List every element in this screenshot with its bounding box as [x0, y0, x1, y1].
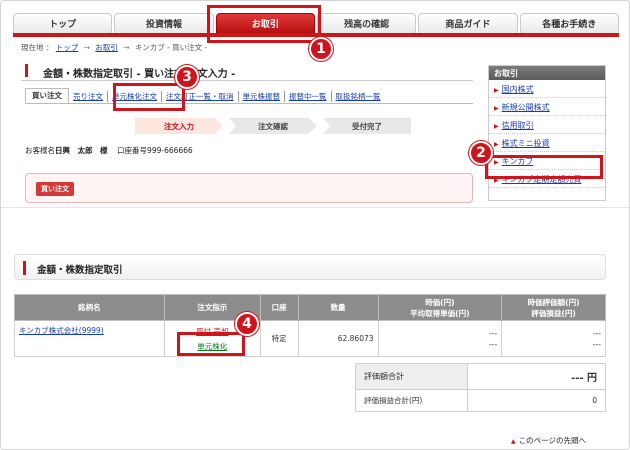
cell-quantity: 62.86073: [297, 320, 379, 357]
buy-order-label: 買い注文: [36, 182, 74, 196]
customer-name: 日興 太郎 様: [55, 146, 108, 155]
cell-price: --- ---: [377, 320, 503, 357]
header-account: 口座: [259, 294, 299, 321]
table-header-row: 銘柄名 注文指示 口座 数量 時価(円) 平均取得単価(円) 時価評価額(円) 評価…: [14, 294, 606, 321]
header-price: 時価(円) 平均取得単価(円): [377, 294, 503, 321]
step-order-input: 注文入力: [135, 118, 223, 134]
tab-investment-info[interactable]: 投資情報: [114, 13, 214, 33]
buy-order-box: 買い注文: [25, 173, 473, 203]
holdings-table: 銘柄名 注文指示 口座 数量 時価(円) 平均取得単価(円) 時価評価額(円) 評価…: [14, 294, 606, 357]
cell-value: --- ---: [501, 320, 606, 357]
pnl-value: ---: [592, 339, 601, 349]
subtab-unit-transfer[interactable]: 単元株振替: [237, 90, 285, 102]
highlight-unit-conversion-link: [177, 332, 245, 356]
summary-total-value: --- 円: [467, 363, 606, 390]
header-value-line2: 評価損益(円): [531, 308, 576, 318]
customer-info: お客様名日興 太郎 様 口座番号999-666666: [25, 145, 193, 156]
order-steps: 注文入力 注文確認 受付完了: [135, 118, 417, 134]
summary-pnl-row: 評価損益合計(円) 0: [355, 389, 606, 412]
page-top-link[interactable]: ▲ このページの先頭へ: [511, 435, 586, 446]
side-item-ipo[interactable]: ▶ 新規公開株式: [489, 98, 605, 116]
header-value: 時価評価額(円) 評価損益(円): [501, 294, 606, 321]
triangle-right-icon: ▶: [494, 87, 499, 94]
side-item-label[interactable]: 新規公開株式: [502, 103, 550, 112]
callout-4: 4: [235, 312, 259, 336]
price-value: ---: [489, 328, 498, 338]
side-item-label[interactable]: 株式ミニ投資: [502, 139, 550, 148]
header-price-line2: 平均取得単価(円): [410, 308, 470, 318]
subtab-buy-order[interactable]: 買い注文: [25, 88, 69, 104]
breadcrumb-prefix: 現在地 ：: [21, 43, 54, 52]
triangle-right-icon: ▶: [494, 123, 499, 130]
page-top-label[interactable]: このページの先頭へ: [519, 436, 586, 445]
callout-1: 1: [309, 37, 333, 61]
breadcrumb-current: キンカブ - 買い注文 -: [134, 43, 208, 52]
order-subtabs: 買い注文 売り注文 単元株化注文 注文訂正一覧・取消 単元株振替 振替中一覧 取…: [25, 88, 385, 104]
callout-2: 2: [469, 141, 493, 165]
cell-account: 特定: [259, 320, 299, 357]
order-entry-panel: トップ 投資情報 お取引 残高の確認 商品ガイド 各種お手続き 現在地 ： トッ…: [1, 1, 629, 203]
side-menu-title: お取引: [489, 66, 605, 80]
highlight-trading-tab: [207, 5, 321, 43]
holdings-panel: 金額・株数指定取引 銘柄名 注文指示 口座 数量 時価(円) 平均取得単価(円) …: [1, 207, 629, 449]
subtab-transfer-list[interactable]: 振替中一覧: [284, 90, 331, 102]
title-accent-bar: [25, 64, 28, 77]
avg-price-value: ---: [489, 339, 498, 349]
triangle-right-icon: ▶: [494, 105, 499, 112]
market-value: ---: [592, 328, 601, 338]
header-quantity: 数量: [297, 294, 379, 321]
breadcrumb-arrow-icon: →: [83, 43, 90, 52]
subtab-handled-stocks[interactable]: 取扱銘柄一覧: [330, 90, 385, 102]
section-title: 金額・株数指定取引: [37, 265, 123, 276]
tab-balance[interactable]: 残高の確認: [316, 13, 417, 33]
breadcrumb: 現在地 ： トップ → お取引 → キンカブ - 買い注文 -: [21, 42, 207, 53]
side-item-domestic-stocks[interactable]: ▶ 国内株式: [489, 80, 605, 98]
side-item-margin[interactable]: ▶ 信用取引: [489, 116, 605, 134]
section-header: 金額・株数指定取引: [14, 254, 606, 280]
table-row: キンカブ株式会社(9999) 買付 売却 単元株化 特定 62.86073 --…: [14, 320, 606, 357]
breadcrumb-trading-link[interactable]: お取引: [95, 43, 118, 52]
header-value-line1: 時価評価額(円): [527, 297, 580, 307]
breadcrumb-arrow-icon: →: [123, 43, 130, 52]
breadcrumb-top-link[interactable]: トップ: [56, 43, 79, 52]
header-name: 銘柄名: [14, 294, 165, 321]
summary-table: 評価額合計 --- 円 評価損益合計(円) 0: [355, 363, 606, 412]
tab-product-guide[interactable]: 商品ガイド: [418, 13, 518, 33]
side-item-label[interactable]: 国内株式: [502, 85, 534, 94]
summary-pnl-label: 評価損益合計(円): [355, 389, 468, 412]
side-menu: お取引 ▶ 国内株式 ▶ 新規公開株式 ▶ 信用取引 ▶ 株式ミニ投資 ▶ キンカブ ▶ キ…: [488, 65, 606, 201]
summary-pnl-value: 0: [467, 389, 606, 412]
customer-label: お客様名: [25, 146, 55, 155]
subtab-sell-order[interactable]: 売り注文: [69, 91, 107, 102]
page-title: 金額・株数指定取引 - 買い注文 注文入力 -: [43, 69, 236, 80]
step-order-confirm: 注文確認: [229, 118, 317, 134]
side-item-label[interactable]: 信用取引: [502, 121, 534, 130]
side-item-mini-stock[interactable]: ▶ 株式ミニ投資: [489, 134, 605, 152]
summary-total-label: 評価額合計: [355, 363, 468, 390]
cell-name: キンカブ株式会社(9999): [14, 320, 165, 357]
summary-total-row: 評価額合計 --- 円: [355, 363, 606, 390]
header-price-line1: 時価(円): [425, 297, 455, 307]
triangle-right-icon: ▶: [494, 141, 499, 148]
highlight-kinkabu-menu: [485, 155, 603, 179]
highlight-unit-conversion-tab: [113, 83, 185, 111]
account-label: 口座番号: [117, 146, 148, 155]
callout-3: 3: [175, 65, 199, 89]
page-title-box: 金額・株数指定取引 - 買い注文 注文入力 -: [21, 61, 473, 81]
screenshot-frame: トップ 投資情報 お取引 残高の確認 商品ガイド 各種お手続き 現在地 ： トッ…: [0, 0, 630, 450]
triangle-up-icon: ▲: [511, 438, 516, 445]
step-order-complete: 受付完了: [323, 118, 411, 134]
tab-procedures[interactable]: 各種お手続き: [519, 13, 619, 33]
section-accent-bar: [23, 261, 26, 275]
tab-top[interactable]: トップ: [13, 13, 113, 33]
subtab-underline: [25, 103, 473, 104]
account-number: 999-666666: [147, 146, 193, 155]
stock-name-link[interactable]: キンカブ株式会社(9999): [19, 326, 104, 335]
